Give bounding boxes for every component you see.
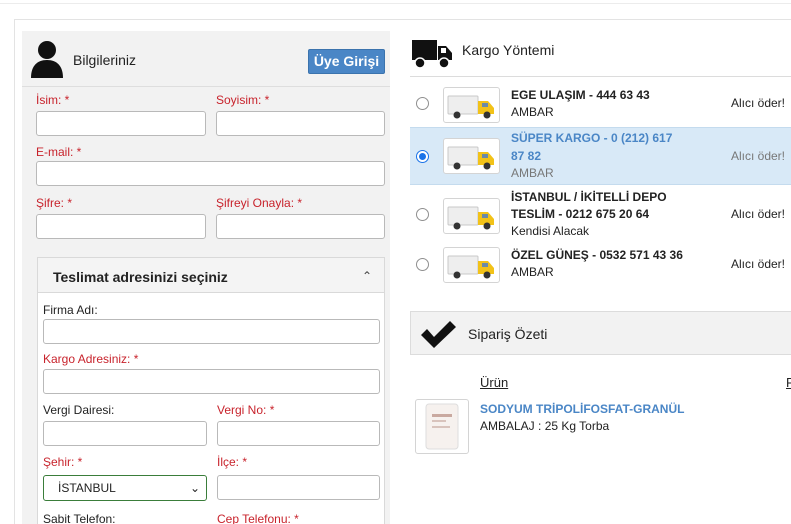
column-header-product[interactable]: Ürün [480,375,508,390]
shipping-option-name: ÖZEL GÜNEŞ - 0532 571 43 36 [511,248,683,262]
mobile-label: Cep Telefonu: * [217,512,299,524]
order-summary-header: Sipariş Özeti [410,311,791,355]
shipping-option-name: EGE ULAŞIM - 444 63 43 [511,88,650,102]
company-label: Firma Adı: [43,303,98,317]
shipping-option-radio[interactable] [416,258,429,271]
van-image [443,247,500,283]
shipping-option-payment: Alıcı öder! [730,149,785,163]
shipping-option-super-kargo[interactable]: SÜPER KARGO - 0 (212) 617 87 82 AMBAR Al… [410,127,791,185]
shipping-option-type: AMBAR [511,105,554,119]
member-login-button[interactable]: Üye Girişi [308,49,385,74]
checkmark-icon [421,321,456,348]
shipping-option-ozel-gunes[interactable]: ÖZEL GÜNEŞ - 0532 571 43 36 AMBAR Alıcı … [410,244,791,286]
district-label: İlçe: * [217,455,248,469]
shipping-option-name-line2: TESLİM - 0212 675 20 64 [511,207,650,221]
city-select[interactable]: İSTANBUL ⌄ [43,475,207,501]
shipping-option-ege[interactable]: EGE ULAŞIM - 444 63 43 AMBAR Alıcı öder! [410,82,791,126]
city-label: Şehir: * [43,455,83,469]
chevron-up-icon[interactable]: ⌃ [362,269,372,283]
top-divider [0,0,791,4]
shipping-option-type: AMBAR [511,265,554,279]
shipping-option-name-line1: SÜPER KARGO - 0 (212) 617 [511,131,673,145]
district-input[interactable] [217,475,380,500]
city-select-value: İSTANBUL [58,481,116,495]
password-confirm-label: Şifreyi Onayla: * [216,196,303,210]
password-label: Şifre: * [36,196,73,210]
landline-label: Sabit Telefon: [43,512,116,524]
tax-office-label: Vergi Dairesi: [43,403,115,417]
van-icon [447,255,494,279]
delivery-address-header[interactable]: Teslimat adresinizi seçiniz ⌃ [38,258,384,293]
company-input[interactable] [43,319,380,344]
last-name-label: Soyisim: * [216,93,270,107]
product-image[interactable] [415,399,469,454]
van-image [443,198,500,234]
tax-no-label: Vergi No: * [217,403,275,417]
shipping-option-name-line1: İSTANBUL / İKİTELLİ DEPO [511,190,667,204]
customer-info-panel: Bilgileriniz Üye Girişi İsim: * Soyisim:… [22,31,390,524]
van-image [443,87,500,123]
column-header-partial[interactable]: F [786,375,791,390]
shipping-method-title: Kargo Yöntemi [462,42,555,58]
first-name-input[interactable] [36,111,206,136]
cargo-address-label: Kargo Adresiniz: * [43,352,139,366]
order-summary-title: Sipariş Özeti [468,326,548,342]
product-name-link[interactable]: SODYUM TRİPOLİFOSFAT-GRANÜL [480,402,684,416]
shipping-option-radio[interactable] [416,208,429,221]
email-label: E-mail: * [36,145,82,159]
shipping-option-type: Kendisi Alacak [511,224,590,238]
tax-no-input[interactable] [217,421,380,446]
van-icon [447,206,494,230]
chevron-down-icon: ⌄ [189,481,200,495]
delivery-address-section: Teslimat adresinizi seçiniz ⌃ Firma Adı:… [37,257,385,524]
delivery-address-title: Teslimat adresinizi seçiniz [53,269,228,285]
customer-info-title: Bilgileriniz [73,52,137,68]
tax-office-input[interactable] [43,421,207,446]
shipping-option-payment: Alıcı öder! [730,257,785,271]
shipping-option-ikitelli-depo[interactable]: İSTANBUL / İKİTELLİ DEPO TESLİM - 0212 6… [410,187,791,243]
shipping-option-payment: Alıcı öder! [730,96,785,110]
password-input[interactable] [36,214,206,239]
shipping-option-type: AMBAR [511,166,554,180]
van-icon [447,95,494,119]
user-icon [31,41,63,78]
shipping-divider [410,76,791,77]
shipping-option-payment: Alıcı öder! [730,207,785,221]
van-icon [447,146,494,170]
cargo-address-input[interactable] [43,369,380,394]
customer-info-header: Bilgileriniz Üye Girişi [22,31,390,87]
truck-icon [412,40,452,69]
shipping-option-name-line2: 87 82 [511,149,542,163]
last-name-input[interactable] [216,111,385,136]
van-image [443,138,500,174]
product-bag-icon [425,403,459,450]
email-input[interactable] [36,161,385,186]
shipping-option-radio[interactable] [416,97,429,110]
first-name-label: İsim: * [36,93,70,107]
password-confirm-input[interactable] [216,214,385,239]
shipping-option-radio[interactable] [416,150,429,163]
product-packaging: AMBALAJ : 25 Kg Torba [480,419,610,433]
